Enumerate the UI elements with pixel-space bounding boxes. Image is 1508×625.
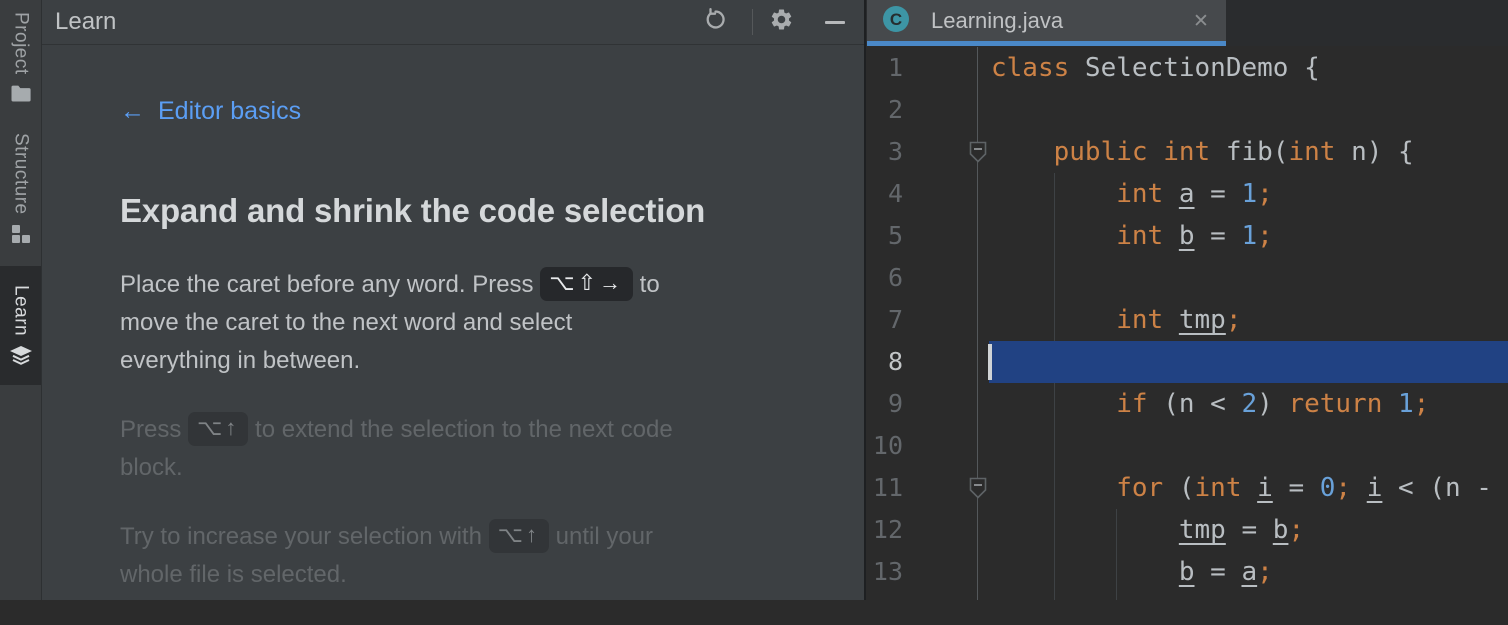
toolbar-divider: [752, 9, 753, 35]
tool-window-stripe: Project Structure Learn: [0, 0, 42, 600]
tab-learning-java[interactable]: C Learning.java ✕: [867, 0, 1226, 46]
gutter-line-number[interactable]: 3: [866, 131, 903, 173]
text-caret: [988, 344, 992, 380]
ide-window: { "colors": { "accent_tab_underline": "#…: [0, 0, 1508, 600]
code-line[interactable]: if (n < 2) return 1;: [991, 383, 1429, 425]
gutter-line-number[interactable]: 6: [866, 257, 903, 299]
gutter-line-number[interactable]: 12: [866, 509, 903, 551]
back-link-label: Editor basics: [158, 97, 301, 125]
sidebar-item-learn[interactable]: Learn: [0, 266, 41, 385]
panel-title: Learn: [55, 0, 116, 44]
fold-marker-icon[interactable]: [969, 477, 987, 504]
sidebar-item-project[interactable]: Project: [0, 6, 41, 108]
folder-icon: [11, 85, 31, 102]
code-editor[interactable]: 12345678910111213 class SelectionDemo { …: [866, 47, 1508, 600]
hide-panel-button[interactable]: [818, 6, 852, 38]
gutter-line-number[interactable]: 11: [866, 467, 903, 509]
gutter-line-number[interactable]: 2: [866, 89, 903, 131]
lesson-instructions: Place the caret before any word. Press ⌥…: [120, 266, 826, 625]
active-tab-underline: [867, 41, 1226, 46]
keyboard-shortcut-badge: ⌥↑: [188, 412, 248, 446]
code-line[interactable]: public int fib(int n) {: [991, 131, 1414, 173]
gutter-line-number[interactable]: 7: [866, 299, 903, 341]
sidebar-item-structure[interactable]: Structure: [0, 124, 41, 252]
code-line[interactable]: b = a;: [991, 551, 1273, 593]
code-line[interactable]: for (int i = 0; i < (n - 2); i++) {: [991, 467, 1508, 509]
back-to-editor-basics-link[interactable]: ← Editor basics: [120, 97, 301, 126]
java-class-icon: C: [883, 6, 909, 32]
fold-marker-icon[interactable]: [969, 141, 987, 168]
keyboard-shortcut-badge: ⌥↑: [489, 519, 549, 553]
minimize-icon: [825, 21, 845, 24]
code-line[interactable]: int tmp;: [991, 299, 1241, 341]
lesson-title: Expand and shrink the code selection: [120, 192, 705, 230]
gutter-line-number[interactable]: 5: [866, 215, 903, 257]
code-line[interactable]: int b = 1;: [991, 215, 1273, 257]
editor-area: C Learning.java ✕ 12345678910111213 clas…: [866, 0, 1508, 600]
gutter-line-number[interactable]: 9: [866, 383, 903, 425]
back-arrow-icon: ←: [120, 97, 145, 125]
learn-tool-window: Learn ← Editor basics Expand and shrink t…: [42, 0, 864, 600]
tab-label: Learning.java: [931, 0, 1063, 42]
settings-gear-icon: [769, 7, 794, 37]
stripe-tab-label: Project: [10, 12, 32, 75]
settings-button[interactable]: [764, 6, 798, 38]
gutter-line-number[interactable]: 10: [866, 425, 903, 467]
tutorial-paragraph: Press ⌥↑ to extend the selection to the …: [120, 411, 826, 487]
gutter-line-number[interactable]: 13: [866, 551, 903, 593]
selected-line-highlight: [989, 341, 1508, 383]
gutter-line-number[interactable]: 1: [866, 47, 903, 89]
learn-icon: [10, 346, 32, 366]
stripe-tab-label: Structure: [10, 133, 32, 215]
tab-close-icon[interactable]: ✕: [1193, 0, 1209, 43]
learn-panel-header: Learn: [42, 0, 864, 45]
stripe-tab-label: Learn: [10, 285, 32, 336]
code-line[interactable]: class SelectionDemo {: [991, 47, 1320, 89]
gutter-line-number[interactable]: 4: [866, 173, 903, 215]
tutorial-paragraph: Place the caret before any word. Press ⌥…: [120, 266, 826, 380]
tutorial-paragraph: Try to increase your selection with ⌥↑ u…: [120, 518, 826, 594]
structure-icon: [12, 225, 30, 243]
code-line[interactable]: tmp = b;: [991, 509, 1304, 551]
gutter-line-number[interactable]: 8: [866, 341, 903, 383]
editor-tab-bar: C Learning.java ✕: [866, 0, 1508, 46]
code-line[interactable]: int a = 1;: [991, 173, 1273, 215]
keyboard-shortcut-badge: ⌥⇧→: [540, 267, 633, 301]
restart-lesson-button[interactable]: [698, 6, 732, 38]
gutter-fold-line: [977, 47, 978, 600]
restart-icon: [703, 7, 728, 37]
